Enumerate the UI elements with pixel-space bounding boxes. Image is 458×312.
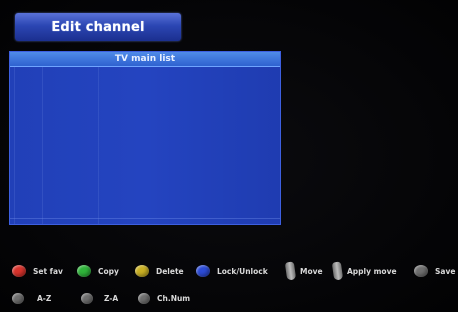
channel-list-body[interactable] (10, 67, 280, 224)
edit-channel-tab: Edit channel (15, 13, 181, 41)
grey-button-icon (12, 292, 24, 304)
list-title: TV main list (114, 54, 176, 64)
red-button-icon (12, 265, 26, 277)
button-legend: Set fav Copy Delete Lock/Unlock Move App… (0, 258, 458, 312)
legend-label: Apply move (347, 266, 397, 276)
tv-screen: Edit channel TV main list Set fav Copy D… (0, 0, 458, 312)
legend-label: Lock/Unlock (217, 266, 268, 276)
legend-label: Ch.Num (157, 293, 191, 303)
legend-label: Copy (98, 266, 119, 276)
legend-label: Set fav (33, 266, 63, 276)
remote-key-icon (331, 261, 344, 281)
remote-key-icon (284, 261, 297, 281)
legend-copy[interactable]: Copy (77, 263, 119, 279)
grey-button-icon (81, 292, 93, 304)
list-divider (10, 218, 280, 219)
legend-label: A-Z (37, 293, 52, 303)
blue-button-icon (196, 265, 210, 277)
legend-sort-ch-num[interactable]: Ch.Num (138, 290, 190, 306)
legend-label: Move (300, 266, 323, 276)
page-title: Edit channel (51, 19, 145, 35)
legend-apply-move[interactable]: Apply move (331, 261, 397, 281)
list-header: TV main list (10, 52, 280, 67)
legend-lock-unlock[interactable]: Lock/Unlock (196, 263, 268, 279)
column-divider (42, 67, 43, 224)
legend-label: Z-A (104, 293, 119, 303)
column-divider (98, 67, 99, 224)
yellow-button-icon (135, 265, 149, 277)
legend-save[interactable]: Save (414, 263, 455, 279)
green-button-icon (77, 265, 91, 277)
legend-label: Delete (156, 266, 184, 276)
legend-move[interactable]: Move (284, 261, 323, 281)
legend-delete[interactable]: Delete (135, 263, 184, 279)
grey-button-icon (138, 292, 150, 304)
grey-button-icon (414, 265, 428, 277)
column-divider (14, 67, 15, 224)
legend-label: Save (435, 266, 456, 276)
legend-sort-a-z[interactable]: A-Z (12, 290, 51, 306)
legend-sort-z-a[interactable]: Z-A (81, 290, 118, 306)
tv-main-list-panel[interactable]: TV main list (9, 51, 281, 225)
legend-set-fav[interactable]: Set fav (12, 263, 63, 279)
